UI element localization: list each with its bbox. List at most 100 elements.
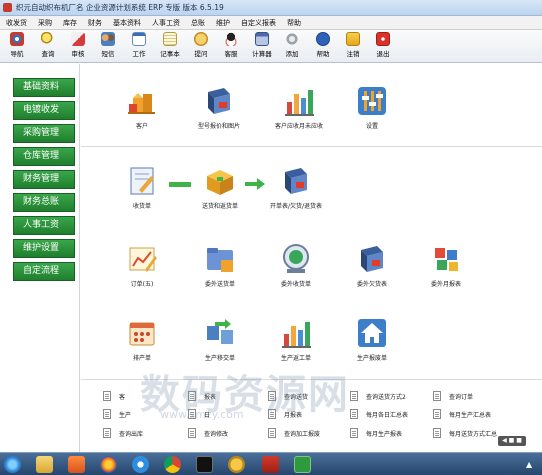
toolbar-label: 提问 — [194, 50, 208, 58]
terminal-icon[interactable] — [196, 456, 213, 473]
menu-help[interactable]: 帮助 — [287, 18, 301, 28]
toolbar-notepad-button[interactable]: 记事本 — [155, 32, 185, 58]
module-label: 委外欠货表 — [356, 281, 387, 288]
sidebar-item-purchase[interactable]: 采购管理 — [13, 124, 75, 143]
menu-custom-report[interactable]: 自定义报表 — [241, 18, 276, 28]
module-production-rework[interactable]: 生产返工单 — [261, 316, 331, 362]
compass-icon — [10, 32, 24, 46]
sidebar-item-workflow[interactable]: 自定流程 — [13, 262, 75, 281]
module-outsource-shortage[interactable]: 委外欠货表 — [337, 242, 407, 288]
report-link[interactable]: 查询修改 — [188, 428, 228, 438]
toolbar-work-button[interactable]: 工作 — [124, 32, 154, 58]
chart-pen-icon — [129, 247, 157, 272]
ie-browser-icon[interactable] — [132, 456, 149, 473]
sidebar-item-maintenance[interactable]: 维护设置 — [13, 239, 75, 258]
module-outsource-receipt[interactable]: 委外收货单 — [261, 242, 331, 288]
document-icon — [433, 409, 441, 419]
approve-icon — [71, 32, 85, 46]
tray-widget[interactable]: ◀ ■ ■ — [498, 436, 526, 446]
document-icon — [103, 409, 111, 419]
menu-basic-data[interactable]: 基本资料 — [113, 18, 141, 28]
report-link[interactable]: 每月送货方式汇总 — [433, 428, 497, 438]
report-link[interactable]: 查询送货方式2 — [350, 391, 406, 401]
report-link[interactable]: 每月各日汇总表 — [350, 409, 408, 419]
toolbar-approve-button[interactable]: 审核 — [63, 32, 93, 58]
report-label: 查询修改 — [204, 430, 229, 438]
sidebar: 基础资料 电镀收发 采购管理 仓库管理 财务管理 财务总账 人事工资 维护设置 … — [0, 64, 80, 452]
module-label: 客户 — [135, 123, 148, 130]
menu-maintenance[interactable]: 维护 — [216, 18, 230, 28]
module-label: 订单(五) — [130, 281, 154, 288]
notepad-icon — [163, 32, 177, 46]
toolbar-exit-button[interactable]: 退出 — [368, 32, 398, 58]
toolbar-label: 短信 — [101, 50, 115, 58]
module-production-scrap[interactable]: 生产报废单 — [337, 316, 407, 362]
filezilla-icon[interactable] — [262, 456, 279, 473]
report-label: 每月生产汇总表 — [449, 411, 492, 419]
report-label: 查询出库 — [119, 430, 144, 438]
sidebar-item-basic-data[interactable]: 基础资料 — [13, 78, 75, 97]
chrome-icon[interactable] — [164, 456, 181, 473]
module-outsource-delivery[interactable]: 委外送货单 — [185, 242, 255, 288]
module-production-transfer[interactable]: 生产移交单 — [185, 316, 255, 362]
report-link[interactable]: 查询出库 — [103, 428, 143, 438]
report-link[interactable]: 查询订单 — [433, 391, 473, 401]
module-receipt[interactable]: 收货单 — [107, 164, 177, 210]
menu-finance[interactable]: 财务 — [88, 18, 102, 28]
bar-chart-icon — [282, 322, 311, 348]
toolbar-navigate-button[interactable]: 导航 — [2, 32, 32, 58]
sidebar-item-plating[interactable]: 电镀收发 — [13, 101, 75, 120]
module-receivable[interactable]: 客户应收月未应收 — [264, 84, 334, 130]
app-icon[interactable] — [228, 456, 245, 473]
calendar-icon — [132, 32, 146, 46]
toolbar-help-button[interactable]: 帮助 — [308, 32, 338, 58]
document-icon — [188, 428, 196, 438]
sidebar-item-finance[interactable]: 财务管理 — [13, 170, 75, 189]
module-model-quote[interactable]: 型号报价和图片 — [184, 84, 254, 130]
calculator-icon — [255, 32, 269, 46]
module-outsource-monthly[interactable]: 委外月报表 — [411, 242, 481, 288]
report-link[interactable]: 客 — [103, 391, 125, 401]
file-explorer-icon[interactable] — [36, 456, 53, 473]
module-order[interactable]: 订单(五) — [107, 242, 177, 288]
menu-bar: 收发货 采购 库存 财务 基本资料 人事工资 总账 维护 自定义报表 帮助 — [0, 16, 542, 30]
report-link[interactable]: 查询加工报废 — [268, 428, 320, 438]
module-billing-table[interactable]: 开单表/欠货/退货表 — [261, 164, 331, 210]
media-player-icon[interactable] — [68, 456, 85, 473]
excel-icon[interactable] — [294, 456, 311, 473]
module-scheduling[interactable]: 排产单 — [107, 316, 177, 362]
document-icon — [350, 391, 358, 401]
sidebar-item-hr[interactable]: 人事工资 — [13, 216, 75, 235]
report-label: 每月各日汇总表 — [366, 411, 409, 419]
start-button-icon[interactable] — [4, 456, 21, 473]
module-label: 型号报价和图片 — [197, 123, 240, 130]
sidebar-item-warehouse[interactable]: 仓库管理 — [13, 147, 75, 166]
toolbar-ask-button[interactable]: 提问 — [186, 32, 216, 58]
menu-inventory[interactable]: 库存 — [63, 18, 77, 28]
module-customer[interactable]: 客户 — [107, 84, 177, 130]
menu-shipping[interactable]: 收发货 — [6, 18, 27, 28]
menu-hr-payroll[interactable]: 人事工资 — [152, 18, 180, 28]
toolbar-calculator-button[interactable]: 计算器 — [247, 32, 277, 58]
sidebar-item-ledger[interactable]: 财务总账 — [13, 193, 75, 212]
firefox-icon[interactable] — [100, 456, 117, 473]
menu-purchase[interactable]: 采购 — [38, 18, 52, 28]
report-label: 客 — [119, 393, 126, 401]
menu-general-ledger[interactable]: 总账 — [191, 18, 205, 28]
module-label: 委外月报表 — [430, 281, 461, 288]
toolbar-add-button[interactable]: 添加 — [277, 32, 307, 58]
module-settings[interactable]: 设置 — [337, 84, 407, 130]
toolbar-sms-button[interactable]: 短信 — [93, 32, 123, 58]
calendar-icon — [129, 322, 155, 346]
toolbar-logout-button[interactable]: 注销 — [338, 32, 368, 58]
tray-expand-icon[interactable]: ▲ — [526, 460, 532, 469]
toolbar-support-button[interactable]: 客服 — [216, 32, 246, 58]
report-link[interactable]: 每月生产汇总表 — [433, 409, 491, 419]
toolbar-label: 审核 — [71, 50, 85, 58]
report-link[interactable]: 生产 — [103, 409, 131, 419]
toolbar-search-button[interactable]: 查询 — [33, 32, 63, 58]
toolbar-label: 工作 — [132, 50, 146, 58]
module-label: 生产报废单 — [356, 355, 387, 362]
report-link[interactable]: 每月生产报表 — [350, 428, 402, 438]
customer-icon — [128, 93, 155, 114]
